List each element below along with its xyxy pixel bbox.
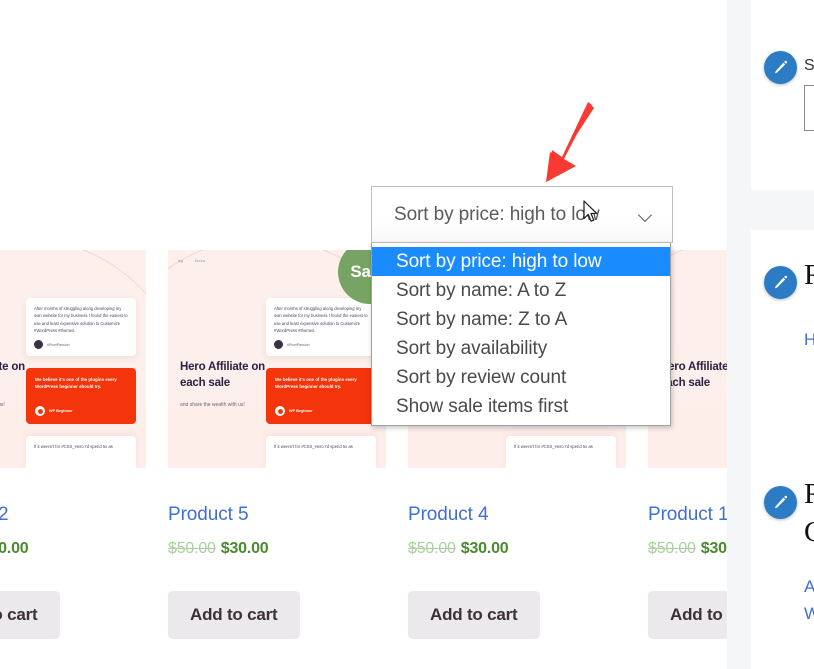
- price-sale: $30.00: [0, 539, 29, 557]
- product-title[interactable]: Product 2: [0, 504, 146, 527]
- thumb-footnote-card: If it weren't for #CSS_Hero I'd spend 5x…: [506, 436, 616, 468]
- sort-option-availability[interactable]: Sort by availability: [372, 334, 670, 363]
- sidebar-widget-link-1[interactable]: A: [804, 577, 814, 597]
- avatar-icon: [35, 406, 45, 416]
- thumb-quote-card: After months of struggling along develop…: [266, 298, 376, 356]
- price-original: $50.00: [408, 539, 456, 557]
- pencil-edit-icon[interactable]: [764, 51, 797, 84]
- shop-main-area: og Docs Hero Affiliate on each sale and …: [0, 0, 727, 669]
- product-title[interactable]: Product 5: [168, 504, 386, 527]
- price-sale: $30.00: [460, 539, 509, 557]
- thumb-promo-text: We believe it's one of the plugins every…: [275, 377, 357, 390]
- thumb-footnote-card: If it weren't for #CSS_Hero I'd spend 5x…: [266, 436, 376, 468]
- thumb-quote-author: #PixelPassion: [34, 340, 70, 349]
- product-image-art: og Docs Hero Affiliate on each sale and …: [0, 250, 146, 468]
- product-card[interactable]: og Docs Hero Affiliate on each sale and …: [168, 250, 386, 639]
- product-thumbnail[interactable]: og Docs Hero Affiliate on each sale and …: [0, 250, 146, 468]
- sort-select-value: Sort by price: high to low: [394, 203, 600, 225]
- price-original: $50.00: [648, 539, 696, 557]
- pencil-glyph: [774, 495, 788, 509]
- thumb-quote-author-name: #PixelPassion: [47, 342, 70, 347]
- product-price: $50.00$30.00: [168, 539, 386, 557]
- add-to-cart-button[interactable]: Add to cart: [648, 590, 727, 639]
- chevron-down-icon: [639, 208, 652, 221]
- avatar-icon: [275, 406, 285, 416]
- thumb-quote-author: #PixelPassion: [274, 340, 310, 349]
- thumb-headline: Hero Affiliate on each sale: [0, 361, 25, 373]
- thumb-promo-author-name: WP Beginner: [49, 409, 73, 413]
- avatar-icon: [274, 340, 283, 349]
- sort-option-name-z-a[interactable]: Sort by name: Z to A: [372, 305, 670, 334]
- thumb-headline: Hero Affiliate on each sale: [180, 361, 265, 389]
- pencil-edit-icon[interactable]: [764, 486, 797, 519]
- thumb-footnote-card: If it weren't for #CSS_Hero I'd spend 5x…: [26, 436, 136, 468]
- sidebar-search-input[interactable]: [804, 85, 814, 131]
- thumb-quote-text: After months of struggling along develop…: [274, 306, 368, 334]
- sort-select[interactable]: Sort by price: high to low: [371, 186, 673, 243]
- thumb-nav-item: Docs: [195, 258, 206, 263]
- thumb-footnote-text: If it weren't for #CSS_Hero I'd spend 5x…: [34, 444, 113, 449]
- product-price: $50.00$30.00: [0, 539, 146, 557]
- price-sale: $30.00: [220, 539, 269, 557]
- thumb-quote-card: After months of struggling along develop…: [26, 298, 136, 356]
- product-price: $50.00$30.00: [408, 539, 626, 557]
- add-to-cart-button[interactable]: Add to cart: [168, 590, 300, 639]
- avatar-icon: [34, 340, 43, 349]
- thumb-nav-item: og: [178, 258, 184, 263]
- pencil-edit-icon[interactable]: [764, 266, 797, 299]
- thumb-promo-text: We believe it's one of the plugins every…: [35, 377, 117, 390]
- thumb-subline: and share the wealth with us!: [0, 402, 5, 408]
- sidebar-widget-heading: R: [804, 259, 814, 291]
- sidebar-widget-search[interactable]: Se: [751, 0, 814, 190]
- sidebar-widget-link[interactable]: He: [804, 330, 814, 350]
- add-to-cart-button[interactable]: Add to cart: [0, 590, 60, 639]
- pencil-glyph: [774, 275, 788, 289]
- decorative-arc: [0, 250, 146, 468]
- product-title[interactable]: Product 1: [648, 504, 727, 527]
- add-to-cart-button[interactable]: Add to cart: [408, 590, 540, 639]
- sidebar-widget-comments[interactable]: R C A W: [751, 444, 814, 669]
- thumb-quote-text: After months of struggling along develop…: [34, 306, 128, 334]
- product-price: $50.00$30.00: [648, 539, 727, 557]
- sort-option-sale-items-first[interactable]: Show sale items first: [372, 392, 670, 421]
- thumb-subline: and share the wealth with us!: [180, 402, 245, 408]
- thumb-promo-author-name: WP Beginner: [289, 409, 313, 413]
- sidebar: Se R He R C A W: [751, 0, 814, 669]
- sort-option-price-high-low[interactable]: Sort by price: high to low: [372, 247, 670, 276]
- thumb-promo-author: WP Beginner: [35, 406, 73, 416]
- thumb-quote-author-name: #PixelPassion: [287, 342, 310, 347]
- thumb-promo-card: We believe it's one of the plugins every…: [266, 368, 376, 424]
- thumb-footnote-text: If it weren't for #CSS_Hero I'd spend 5x…: [274, 444, 353, 449]
- sidebar-widget-link-2[interactable]: W: [804, 604, 814, 624]
- sidebar-widget-heading-line2: C: [804, 516, 814, 548]
- thumb-promo-author: WP Beginner: [275, 406, 313, 416]
- thumb-promo-card: We believe it's one of the plugins every…: [26, 368, 136, 424]
- sort-dropdown-list[interactable]: Sort by price: high to low Sort by name:…: [371, 243, 671, 426]
- thumb-footnote-text: If it weren't for #CSS_Hero I'd spend 5x…: [514, 444, 593, 449]
- screenshot-root: og Docs Hero Affiliate on each sale and …: [0, 0, 814, 669]
- price-original: $50.00: [168, 539, 216, 557]
- product-title[interactable]: Product 4: [408, 504, 626, 527]
- sidebar-widget-heading-line1: R: [804, 478, 814, 510]
- pencil-glyph: [774, 60, 788, 74]
- product-thumbnail[interactable]: og Docs Hero Affiliate on each sale and …: [168, 250, 386, 468]
- content-gutter: [727, 0, 751, 669]
- sort-option-name-a-z[interactable]: Sort by name: A to Z: [372, 276, 670, 305]
- thumb-topbar: og Docs: [178, 258, 205, 263]
- price-sale: $30.00: [700, 539, 727, 557]
- product-card[interactable]: og Docs Hero Affiliate on each sale and …: [0, 250, 146, 639]
- sidebar-search-label: Se: [804, 57, 814, 74]
- sort-option-review-count[interactable]: Sort by review count: [372, 363, 670, 392]
